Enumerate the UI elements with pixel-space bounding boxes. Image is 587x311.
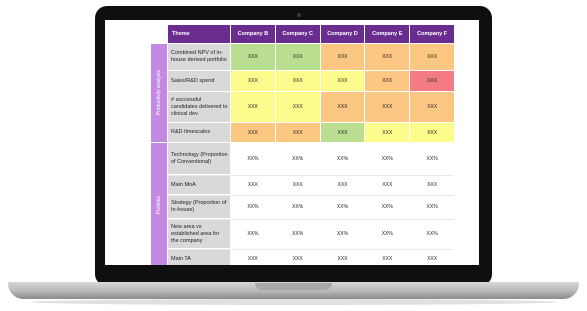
comparison-table: Theme Company B Company C Company D Comp… [150,24,455,265]
value-cell: XXX [365,92,410,122]
value-cell: XXX [410,92,454,122]
theme-cell: Technology (Proportion of Conventional) [168,143,230,174]
value-cell: XXX [320,123,365,142]
column-header-company-d: Company D [320,25,365,43]
value-cell: XXX [410,123,454,142]
corner-cell [151,25,167,43]
value-cell: XXX [231,123,275,142]
table-row: New area vs established area for the com… [151,219,454,248]
value-cell: XXX [320,71,365,91]
value-cell: XXX [410,71,454,91]
column-header-theme: Theme [168,25,230,43]
table-row: Main MoA XXX XXX XXX XXX XXX [151,175,454,194]
screen-area: Theme Company B Company C Company D Comp… [105,20,479,265]
value-cell: XXX [320,249,365,265]
value-cell: XXX [320,92,365,122]
value-cell: XX% [365,143,410,174]
value-cell: XXX [231,249,275,265]
value-cell: XX% [365,219,410,248]
value-cell: XX% [275,219,320,248]
value-cell: XX% [410,219,454,248]
value-cell: XXX [365,71,410,91]
value-cell: XXX [410,44,454,70]
theme-cell: New area vs established area for the com… [168,219,230,248]
value-cell: XXX [275,44,320,70]
value-cell: XX% [410,143,454,174]
table-row: Strategy (Proportion of In-house) XX% XX% X… [151,195,454,218]
row-group-label: Productivity analysis [151,44,167,142]
value-cell: XXX [231,92,275,122]
value-cell: XXX [231,175,275,194]
value-cell: XX% [231,219,275,248]
value-cell: XX% [410,195,454,218]
value-cell: XX% [320,219,365,248]
value-cell: XX% [365,195,410,218]
value-cell: XXX [275,92,320,122]
value-cell: XX% [231,143,275,174]
value-cell: XXX [231,71,275,91]
row-group-label-text: Productivity analysis [156,70,162,116]
theme-cell: R&D timescales [168,123,230,142]
column-header-company-e: Company E [365,25,410,43]
value-cell: XXX [275,175,320,194]
table-row: Productivity analysis Combined NPV of in-… [151,44,454,142]
value-cell: XX% [275,195,320,218]
theme-cell: Combined NPV of in-house derived portfol… [168,44,230,70]
theme-cell: Main MoA [168,175,230,194]
value-cell: XXX [410,175,454,194]
column-header-company-b: Company B [231,25,275,43]
theme-cell: # successful candidates delivered to cli… [168,92,230,122]
value-cell: XX% [320,143,365,174]
column-header-company-f: Company F [410,25,454,43]
value-cell: XXX [320,44,365,70]
theme-cell: Sales/R&D spend [168,71,230,91]
value-cell: XX% [320,195,365,218]
table-row: Portfolio Technology (Proportion of Conve… [151,143,454,265]
value-cell: XX% [231,195,275,218]
value-cell: XXX [275,123,320,142]
value-cell: XXX [365,249,410,265]
laptop-shadow [30,299,557,305]
row-group-label-text: Portfolio [156,196,162,215]
theme-cell: Strategy (Proportion of In-house) [168,195,230,218]
laptop-base-notch [255,283,332,290]
header-row: Theme Company B Company C Company D Comp… [151,25,454,43]
value-cell: XXX [275,71,320,91]
value-cell: XXX [410,249,454,265]
value-cell: XXX [275,249,320,265]
table-row: Sales/R&D spend XXX XXX XXX XXX XXX [151,71,454,91]
table-row: R&D timescales XXX XXX XXX XXX XXX [151,123,454,142]
value-cell: XXX [365,175,410,194]
value-cell: XXX [365,123,410,142]
theme-cell: Main TA [168,249,230,265]
value-cell: XXX [320,175,365,194]
value-cell: XXX [365,44,410,70]
value-cell: XX% [275,143,320,174]
camera-icon [297,13,301,17]
row-group-label: Portfolio [151,143,167,265]
table-row: # successful candidates delivered to cli… [151,92,454,122]
value-cell: XXX [231,44,275,70]
column-header-company-c: Company C [275,25,320,43]
table-row: Main TA XXX XXX XXX XXX XXX [151,249,454,265]
